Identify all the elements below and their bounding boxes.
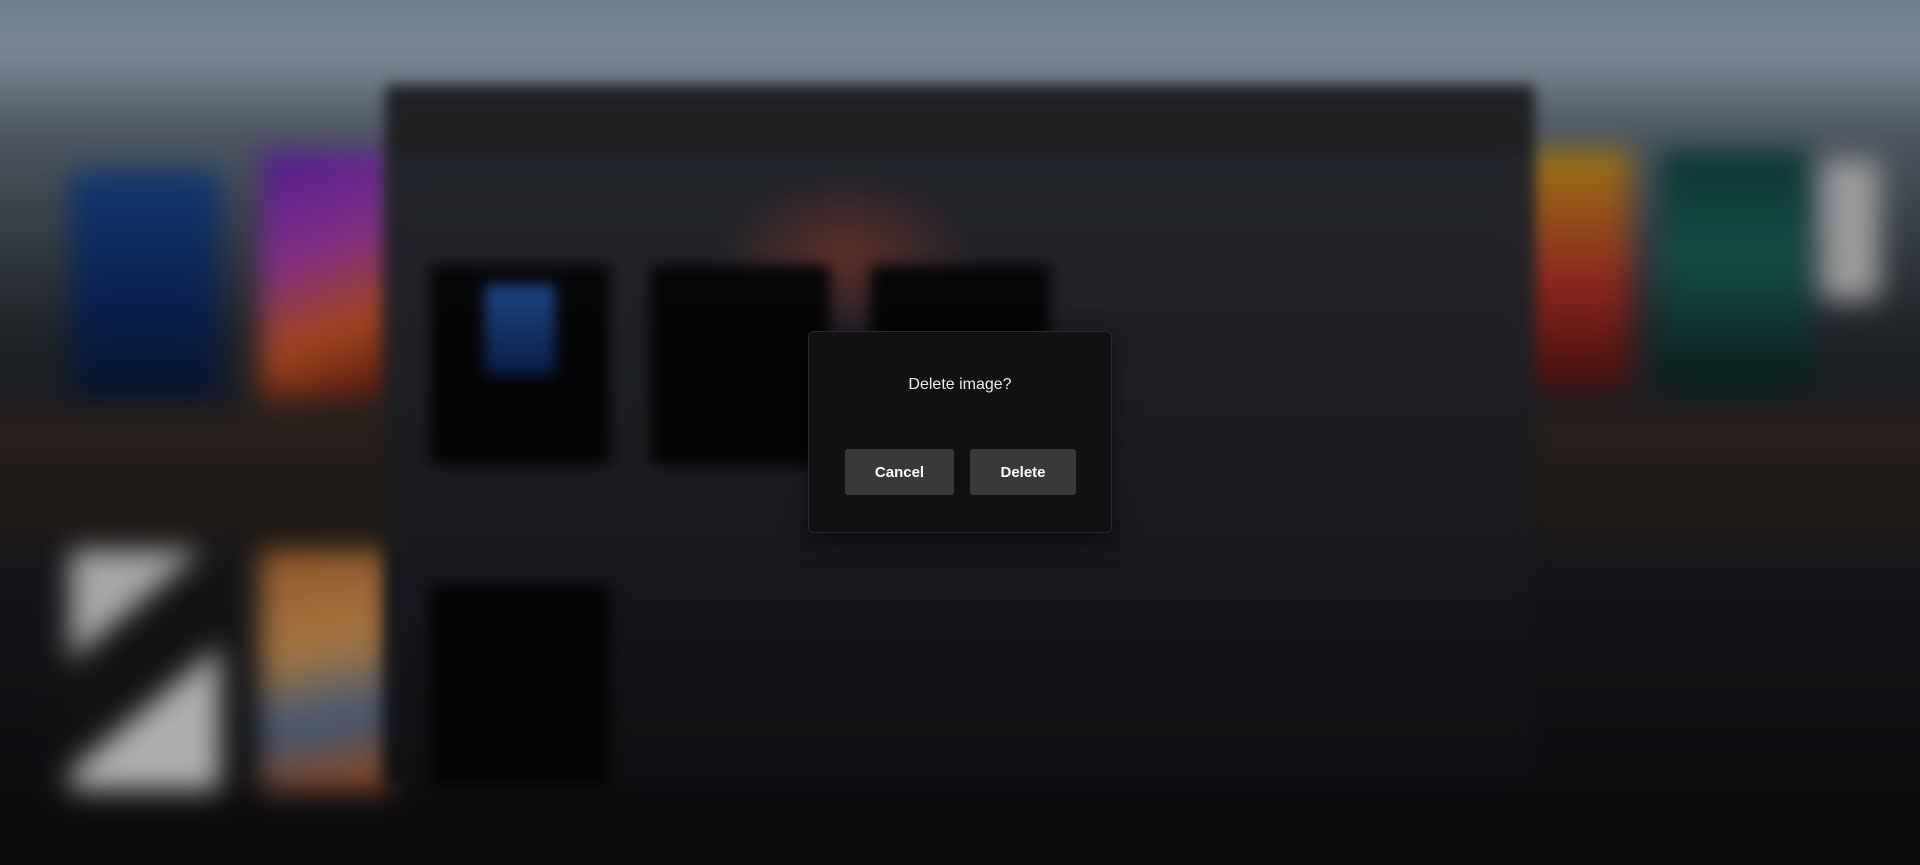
screen: Delete image? Cancel Delete — [0, 0, 1920, 865]
dialog-actions: Cancel Delete — [845, 449, 1076, 495]
delete-image-dialog: Delete image? Cancel Delete — [808, 331, 1112, 533]
cancel-button[interactable]: Cancel — [845, 449, 954, 495]
dialog-title: Delete image? — [908, 376, 1012, 393]
delete-button[interactable]: Delete — [970, 449, 1076, 495]
